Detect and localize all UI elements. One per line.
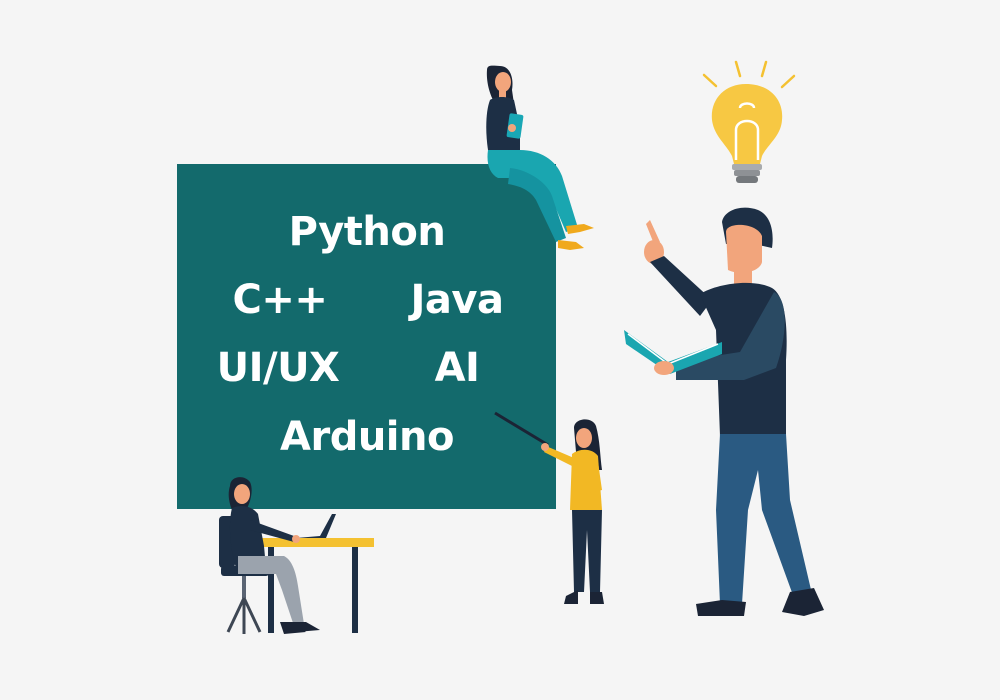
- girl-with-pointer: [494, 411, 604, 604]
- illustration-stage: Python C++ Java UI/UX AI Arduino: [0, 0, 1000, 700]
- laptop-icon: [296, 514, 336, 538]
- figures-artwork: [219, 60, 824, 634]
- pointer-stick-icon: [494, 411, 549, 447]
- woman-at-desk: [219, 477, 374, 634]
- man-pointing-with-book: [624, 207, 824, 616]
- woman-sitting-with-tablet: [486, 65, 594, 250]
- lightbulb-icon: [702, 60, 796, 183]
